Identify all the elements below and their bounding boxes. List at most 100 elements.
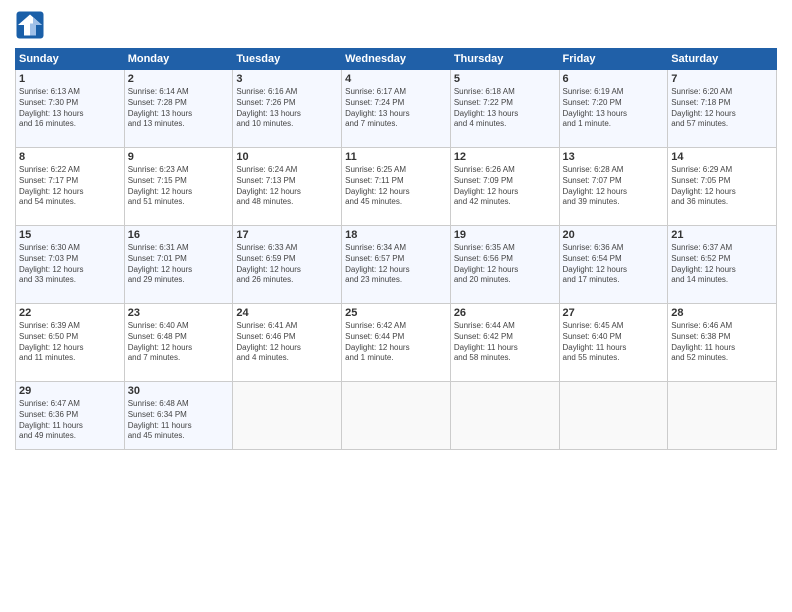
day-info: Sunrise: 6:30 AM Sunset: 7:03 PM Dayligh…	[19, 243, 121, 286]
day-info: Sunrise: 6:19 AM Sunset: 7:20 PM Dayligh…	[563, 87, 665, 130]
calendar-cell: 29 Sunrise: 6:47 AM Sunset: 6:36 PM Dayli…	[16, 382, 125, 450]
calendar-cell: 25 Sunrise: 6:42 AM Sunset: 6:44 PM Dayli…	[342, 304, 451, 382]
day-number: 23	[128, 307, 230, 319]
calendar-cell: 11Sunrise: 6:25 AM Sunset: 7:11 PM Dayli…	[342, 148, 451, 226]
calendar-cell: 14 Sunrise: 6:29 AM Sunset: 7:05 PM Dayli…	[668, 148, 777, 226]
day-info: Sunrise: 6:37 AM Sunset: 6:52 PM Dayligh…	[671, 243, 773, 286]
calendar-cell: 30 Sunrise: 6:48 AM Sunset: 6:34 PM Dayli…	[124, 382, 233, 450]
day-info: Sunrise: 6:22 AM Sunset: 7:17 PM Dayligh…	[19, 165, 121, 208]
day-info: Sunrise: 6:31 AM Sunset: 7:01 PM Dayligh…	[128, 243, 230, 286]
logo	[15, 10, 49, 40]
day-number: 19	[454, 229, 556, 241]
calendar-cell: 23Sunrise: 6:40 AM Sunset: 6:48 PM Dayli…	[124, 304, 233, 382]
calendar-cell: 10 Sunrise: 6:24 AM Sunset: 7:13 PM Dayli…	[233, 148, 342, 226]
calendar-cell: 15 Sunrise: 6:30 AM Sunset: 7:03 PM Dayli…	[16, 226, 125, 304]
calendar-table: SundayMondayTuesdayWednesdayThursdayFrid…	[15, 48, 777, 450]
calendar-cell: 21 Sunrise: 6:37 AM Sunset: 6:52 PM Dayli…	[668, 226, 777, 304]
day-info: Sunrise: 6:29 AM Sunset: 7:05 PM Dayligh…	[671, 165, 773, 208]
calendar-row: 1 Sunrise: 6:13 AM Sunset: 7:30 PM Daylig…	[16, 70, 777, 148]
calendar-cell: 19 Sunrise: 6:35 AM Sunset: 6:56 PM Dayli…	[450, 226, 559, 304]
day-info: Sunrise: 6:34 AM Sunset: 6:57 PM Dayligh…	[345, 243, 447, 286]
day-info: Sunrise: 6:26 AM Sunset: 7:09 PM Dayligh…	[454, 165, 556, 208]
calendar-cell: 3 Sunrise: 6:16 AM Sunset: 7:26 PM Daylig…	[233, 70, 342, 148]
day-number: 17	[236, 229, 338, 241]
day-number: 16	[128, 229, 230, 241]
day-number: 15	[19, 229, 121, 241]
day-number: 22	[19, 307, 121, 319]
day-number: 1	[19, 73, 121, 85]
col-header-thursday: Thursday	[450, 49, 559, 70]
day-number: 20	[563, 229, 665, 241]
day-info: Sunrise: 6:48 AM Sunset: 6:34 PM Dayligh…	[128, 399, 230, 442]
day-info: Sunrise: 6:20 AM Sunset: 7:18 PM Dayligh…	[671, 87, 773, 130]
calendar-cell: 2 Sunrise: 6:14 AM Sunset: 7:28 PM Daylig…	[124, 70, 233, 148]
calendar-cell: 20 Sunrise: 6:36 AM Sunset: 6:54 PM Dayli…	[559, 226, 668, 304]
day-info: Sunrise: 6:24 AM Sunset: 7:13 PM Dayligh…	[236, 165, 338, 208]
day-number: 24	[236, 307, 338, 319]
calendar-cell	[668, 382, 777, 450]
day-info: Sunrise: 6:46 AM Sunset: 6:38 PM Dayligh…	[671, 321, 773, 364]
header	[15, 10, 777, 40]
calendar-cell: 7 Sunrise: 6:20 AM Sunset: 7:18 PM Daylig…	[668, 70, 777, 148]
day-info: Sunrise: 6:39 AM Sunset: 6:50 PM Dayligh…	[19, 321, 121, 364]
day-number: 26	[454, 307, 556, 319]
day-info: Sunrise: 6:18 AM Sunset: 7:22 PM Dayligh…	[454, 87, 556, 130]
calendar-row: 8 Sunrise: 6:22 AM Sunset: 7:17 PM Daylig…	[16, 148, 777, 226]
calendar-cell: 18 Sunrise: 6:34 AM Sunset: 6:57 PM Dayli…	[342, 226, 451, 304]
day-number: 29	[19, 385, 121, 397]
logo-icon	[15, 10, 45, 40]
calendar-cell: 5 Sunrise: 6:18 AM Sunset: 7:22 PM Daylig…	[450, 70, 559, 148]
calendar-cell	[450, 382, 559, 450]
calendar-cell: 12Sunrise: 6:26 AM Sunset: 7:09 PM Dayli…	[450, 148, 559, 226]
day-info: Sunrise: 6:36 AM Sunset: 6:54 PM Dayligh…	[563, 243, 665, 286]
day-number: 10	[236, 151, 338, 163]
day-number: 30	[128, 385, 230, 397]
calendar-cell: 6 Sunrise: 6:19 AM Sunset: 7:20 PM Daylig…	[559, 70, 668, 148]
col-header-sunday: Sunday	[16, 49, 125, 70]
day-number: 13	[563, 151, 665, 163]
day-info: Sunrise: 6:17 AM Sunset: 7:24 PM Dayligh…	[345, 87, 447, 130]
day-info: Sunrise: 6:25 AM Sunset: 7:11 PM Dayligh…	[345, 165, 447, 208]
day-info: Sunrise: 6:35 AM Sunset: 6:56 PM Dayligh…	[454, 243, 556, 286]
calendar-row: 22 Sunrise: 6:39 AM Sunset: 6:50 PM Dayli…	[16, 304, 777, 382]
calendar-cell	[559, 382, 668, 450]
calendar-cell: 26 Sunrise: 6:44 AM Sunset: 6:42 PM Dayli…	[450, 304, 559, 382]
calendar-cell: 24 Sunrise: 6:41 AM Sunset: 6:46 PM Dayli…	[233, 304, 342, 382]
day-info: Sunrise: 6:16 AM Sunset: 7:26 PM Dayligh…	[236, 87, 338, 130]
calendar-row: 15 Sunrise: 6:30 AM Sunset: 7:03 PM Dayli…	[16, 226, 777, 304]
calendar-cell: 9 Sunrise: 6:23 AM Sunset: 7:15 PM Daylig…	[124, 148, 233, 226]
day-info: Sunrise: 6:14 AM Sunset: 7:28 PM Dayligh…	[128, 87, 230, 130]
calendar-cell: 28 Sunrise: 6:46 AM Sunset: 6:38 PM Dayli…	[668, 304, 777, 382]
col-header-saturday: Saturday	[668, 49, 777, 70]
day-info: Sunrise: 6:44 AM Sunset: 6:42 PM Dayligh…	[454, 321, 556, 364]
day-number: 14	[671, 151, 773, 163]
day-info: Sunrise: 6:42 AM Sunset: 6:44 PM Dayligh…	[345, 321, 447, 364]
day-number: 3	[236, 73, 338, 85]
day-number: 7	[671, 73, 773, 85]
day-number: 21	[671, 229, 773, 241]
col-header-friday: Friday	[559, 49, 668, 70]
day-info: Sunrise: 6:23 AM Sunset: 7:15 PM Dayligh…	[128, 165, 230, 208]
col-header-wednesday: Wednesday	[342, 49, 451, 70]
day-number: 8	[19, 151, 121, 163]
day-number: 6	[563, 73, 665, 85]
day-info: Sunrise: 6:45 AM Sunset: 6:40 PM Dayligh…	[563, 321, 665, 364]
day-number: 18	[345, 229, 447, 241]
calendar-cell	[233, 382, 342, 450]
col-header-monday: Monday	[124, 49, 233, 70]
day-info: Sunrise: 6:41 AM Sunset: 6:46 PM Dayligh…	[236, 321, 338, 364]
day-number: 28	[671, 307, 773, 319]
day-number: 27	[563, 307, 665, 319]
day-number: 9	[128, 151, 230, 163]
day-info: Sunrise: 6:13 AM Sunset: 7:30 PM Dayligh…	[19, 87, 121, 130]
calendar-cell: 4Sunrise: 6:17 AM Sunset: 7:24 PM Daylig…	[342, 70, 451, 148]
day-info: Sunrise: 6:47 AM Sunset: 6:36 PM Dayligh…	[19, 399, 121, 442]
calendar-cell: 8 Sunrise: 6:22 AM Sunset: 7:17 PM Daylig…	[16, 148, 125, 226]
day-number: 2	[128, 73, 230, 85]
day-number: 5	[454, 73, 556, 85]
calendar-cell: 1 Sunrise: 6:13 AM Sunset: 7:30 PM Daylig…	[16, 70, 125, 148]
day-info: Sunrise: 6:33 AM Sunset: 6:59 PM Dayligh…	[236, 243, 338, 286]
calendar-header-row: SundayMondayTuesdayWednesdayThursdayFrid…	[16, 49, 777, 70]
day-info: Sunrise: 6:28 AM Sunset: 7:07 PM Dayligh…	[563, 165, 665, 208]
day-number: 25	[345, 307, 447, 319]
